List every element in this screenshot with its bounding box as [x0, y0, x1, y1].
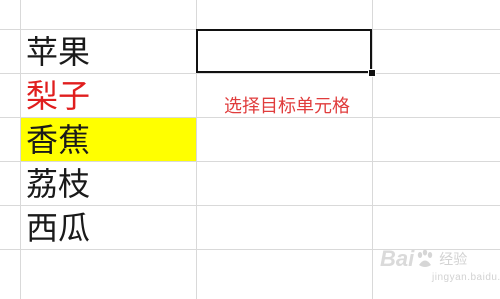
- grid-line: [372, 0, 373, 299]
- paw-icon: [418, 249, 433, 267]
- selected-target-cell[interactable]: [196, 29, 372, 73]
- cell-a1[interactable]: 苹果: [21, 30, 196, 73]
- cell-a3[interactable]: 香蕉: [21, 118, 196, 161]
- instruction-annotation: 选择目标单元格: [224, 96, 350, 117]
- watermark-logo-text-bai: Bai: [380, 246, 415, 271]
- fill-handle[interactable]: [368, 69, 376, 77]
- watermark-cn: 经验: [439, 252, 468, 268]
- spreadsheet-grid: 苹果 梨子 香蕉 荔枝 西瓜 选择目标单元格 Bai 经验 jingyan.ba…: [0, 0, 500, 299]
- watermark-url: jingyan.baidu.com: [432, 272, 500, 283]
- cell-a5[interactable]: 西瓜: [21, 206, 196, 249]
- baidu-jingyan-watermark: Bai 经验 jingyan.baidu.com: [380, 246, 500, 283]
- cell-a4[interactable]: 荔枝: [21, 162, 196, 205]
- cell-a2[interactable]: 梨子: [21, 74, 196, 117]
